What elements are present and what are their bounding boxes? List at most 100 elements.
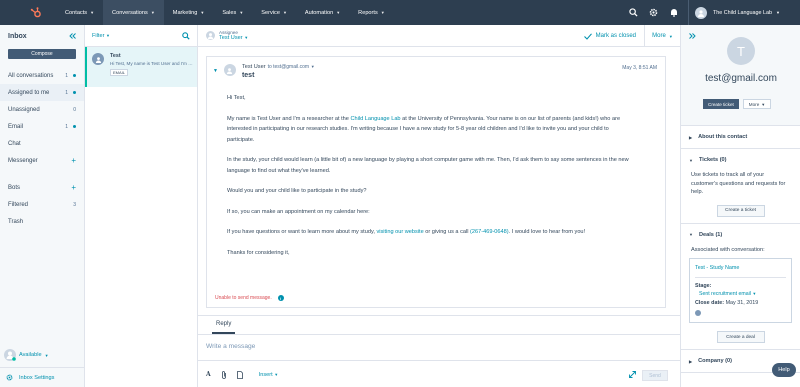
thread-item[interactable]: Test Hi Test, My name is Test User and I… [85, 47, 197, 87]
sidebar-item-messenger[interactable]: Messenger + [0, 152, 84, 169]
create-ticket-button[interactable]: Create ticket [703, 99, 739, 109]
nav-label: Automation [304, 9, 334, 16]
thread-contact-name: Test [110, 53, 121, 59]
deal-stage-value: Sent recruitment email [699, 291, 751, 297]
nav-marketing[interactable]: Marketing ▼ [164, 0, 214, 25]
attachment-icon[interactable] [221, 370, 227, 379]
section-title: Tickets (0) [698, 157, 727, 163]
nav-contacts[interactable]: Contacts ▼ [56, 0, 103, 25]
unread-dot-icon [73, 91, 76, 94]
sender-name: Test User [241, 64, 266, 70]
message-date: May 3, 8:51 AM [622, 65, 657, 71]
nav-label: Marketing [172, 9, 198, 16]
text-format-icon[interactable]: A [206, 371, 211, 378]
chevron-down-icon[interactable]: ▼ [311, 64, 315, 69]
text: If you have questions or want to learn m… [227, 229, 377, 235]
search-icon[interactable] [624, 0, 644, 25]
nav-reports[interactable]: Reports ▼ [349, 0, 394, 25]
sidebar-item-label: Email [8, 123, 24, 130]
mark-as-closed-button[interactable]: Mark as closed [583, 25, 636, 47]
chevron-down-icon: ▼ [668, 33, 673, 39]
hubspot-logo-icon[interactable] [23, 0, 48, 25]
sidebar-header: Inbox [0, 25, 84, 47]
gear-icon [6, 374, 13, 381]
contact-more-dropdown[interactable]: More ▼ [742, 99, 772, 109]
sidebar-item-label: Chat [8, 140, 21, 147]
nav-sales[interactable]: Sales ▼ [213, 0, 252, 25]
lab-link[interactable]: Child Language Lab [350, 116, 400, 122]
sidebar-item-filtered[interactable]: Filtered 3 [0, 196, 84, 213]
user-avatar[interactable] [694, 6, 707, 19]
sidebar-item-chat[interactable]: Chat [0, 135, 84, 152]
add-messenger-icon[interactable]: + [71, 156, 76, 165]
expand-icon[interactable] [629, 371, 636, 378]
contact-header: T test@gmail.com Create ticket More ▼ [681, 25, 800, 126]
deal-stage-label: Stage: [695, 283, 712, 289]
conversation-header: Assignee Test User ▼ Mark as closed More… [198, 25, 680, 47]
contact-avatar: T [727, 37, 755, 65]
close-date-label: Close date: [695, 300, 725, 306]
compose-button[interactable]: Compose [8, 49, 76, 59]
sidebar-item-all-conversations[interactable]: All conversations 1 [0, 67, 84, 84]
availability-toggle[interactable]: Available ▼ [0, 343, 85, 367]
inbox-settings-label: Inbox Settings [19, 374, 55, 381]
message-input[interactable]: Write a message [198, 334, 680, 360]
about-section-toggle[interactable]: ▶ About this contact [681, 126, 800, 148]
contact-avatar [92, 53, 104, 65]
sidebar-item-assigned-to-me[interactable]: Assigned to me 1 [0, 84, 84, 101]
close-date-value: May 31, 2019 [725, 300, 759, 306]
sidebar-item-label: Assigned to me [8, 89, 50, 96]
sidebar-item-trash[interactable]: Trash [0, 213, 84, 230]
bell-icon[interactable] [664, 0, 684, 25]
chevron-down-icon: ▼ [274, 371, 279, 377]
create-a-ticket-button[interactable]: Create a ticket [716, 204, 765, 217]
sidebar-item-label: Filtered [8, 201, 29, 208]
thread-preview: Hi Test, My name is Test User and I'm a … [110, 61, 194, 66]
nav-automation[interactable]: Automation ▼ [296, 0, 349, 25]
create-a-deal-button[interactable]: Create a deal [716, 331, 765, 343]
nav-conversations[interactable]: Conversations ▼ [103, 0, 164, 25]
sidebar-item-bots[interactable]: Bots + [0, 179, 84, 196]
chevron-down-icon: ▼ [200, 10, 205, 15]
gear-icon[interactable] [644, 0, 664, 25]
channel-badge: EMAIL [110, 69, 129, 76]
chevron-down-icon: ▼ [776, 10, 780, 15]
portal-name[interactable]: The Child Language Lab [713, 10, 772, 16]
nav-divider [687, 0, 689, 25]
recipient[interactable]: to test@gmail.com [268, 64, 309, 70]
collapse-left-icon[interactable] [69, 33, 76, 39]
tab-reply[interactable]: Reply [212, 316, 236, 334]
info-icon[interactable]: i [277, 295, 284, 301]
send-button[interactable]: Send [642, 370, 668, 381]
sidebar-item-email[interactable]: Email 1 [0, 118, 84, 135]
website-link[interactable]: visiting our website [376, 229, 423, 235]
sidebar-footer: Available ▼ Inbox Settings [0, 343, 85, 387]
collapse-message-icon[interactable]: ▼ [213, 68, 218, 74]
tickets-section-toggle[interactable]: ▼ Tickets (0) [681, 149, 800, 171]
nav-service[interactable]: Service ▼ [252, 0, 296, 25]
sidebar-item-count: 3 [73, 201, 76, 208]
deal-stage-dropdown[interactable]: Sent recruitment email ▼ [699, 291, 786, 297]
deal-name-link[interactable]: Test - Study Name [695, 265, 786, 278]
add-bot-icon[interactable]: + [71, 183, 76, 192]
collapse-right-icon[interactable] [689, 33, 696, 39]
inbox-sidebar: Inbox Compose All conversations 1 Assign… [0, 25, 85, 387]
sidebar-item-unassigned[interactable]: Unassigned 0 [0, 101, 84, 118]
nav-label: Contacts [65, 9, 88, 16]
chevron-down-icon: ▼ [336, 10, 341, 15]
search-icon[interactable] [182, 31, 190, 40]
document-icon[interactable] [236, 370, 243, 379]
filter-dropdown[interactable]: Filter ▼ [92, 33, 110, 39]
inbox-settings-link[interactable]: Inbox Settings [0, 367, 85, 387]
nav-label: Reports [358, 9, 378, 16]
more-actions-dropdown[interactable]: More ▼ [644, 25, 680, 47]
deals-associated-text: Associated with conversation: [691, 246, 765, 253]
email-message: ▼ Test User to test@gmail.com ▼ test May … [206, 56, 666, 308]
insert-dropdown[interactable]: Insert ▼ [259, 372, 279, 378]
assignee-selector[interactable]: Assignee Test User ▼ [206, 30, 248, 41]
phone-link[interactable]: (267-469-0648) [470, 229, 509, 235]
deals-section-toggle[interactable]: ▼ Deals (1) [681, 224, 800, 246]
chevron-down-icon: ▼ [752, 291, 757, 296]
sidebar-item-label: Bots [8, 184, 21, 191]
help-button[interactable]: Help [772, 363, 796, 377]
